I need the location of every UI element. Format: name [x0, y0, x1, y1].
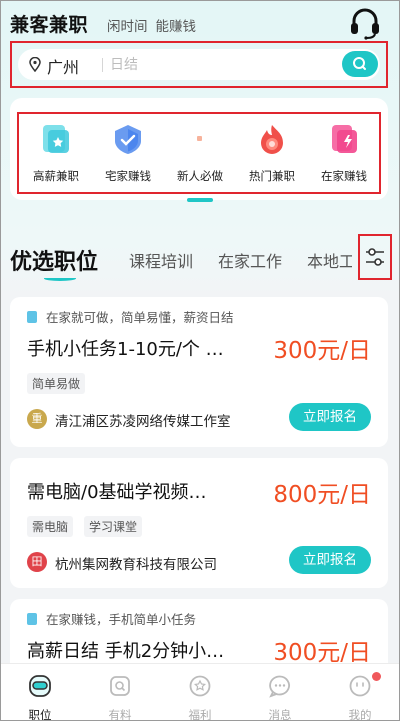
- headset-icon[interactable]: [348, 6, 382, 40]
- search-divider: [102, 58, 103, 72]
- job-salary: 800元/日: [273, 482, 371, 508]
- nav-label: 我的: [348, 708, 372, 721]
- tab-work-at-home[interactable]: 在家工作: [218, 248, 282, 272]
- welfare-icon: [189, 675, 211, 697]
- app-brand-title: 兼客兼职: [10, 14, 89, 36]
- apply-button[interactable]: 立即报名: [289, 546, 371, 574]
- job-title: 手机小任务1-10元/个 …: [27, 339, 224, 360]
- job-card[interactable]: 在家就可做，简单易懂，薪资日结 手机小任务1-10元/个 … 300元/日 简单…: [10, 297, 388, 447]
- bottom-navigation: 职位 有料 福利 消息 我的: [0, 663, 400, 721]
- nav-label: 消息: [268, 708, 292, 721]
- category-label: 宅家赚钱: [105, 169, 151, 183]
- nav-item-messages[interactable]: 消息: [240, 664, 320, 721]
- app-header: 兼客兼职 闲时间 能赚钱: [10, 6, 390, 40]
- nav-item-jobs[interactable]: 职位: [0, 664, 80, 721]
- home-earn-icon: [115, 125, 141, 154]
- high-salary-icon: [43, 125, 69, 153]
- tab-local[interactable]: 本地工: [307, 248, 352, 272]
- nav-item-welfare[interactable]: 福利: [160, 664, 240, 721]
- job-title: 高薪日结 手机2分钟小…: [27, 641, 225, 662]
- category-work-from-home[interactable]: 在家赚钱: [308, 118, 380, 188]
- content-icon: [110, 676, 130, 696]
- active-tab-underline: [44, 276, 76, 281]
- company-logo: 重: [27, 409, 47, 429]
- apply-button[interactable]: 立即报名: [289, 403, 371, 431]
- category-scroll-indicator: [187, 198, 213, 202]
- job-tip: 在家赚钱，手机简单小任务: [27, 609, 196, 628]
- job-tag: 简单易做: [27, 373, 86, 394]
- tip-icon: [27, 311, 37, 323]
- category-label: 在家赚钱: [321, 169, 367, 183]
- job-salary: 300元/日: [273, 640, 371, 666]
- job-tag: 学习课堂: [84, 516, 143, 537]
- category-newcomer[interactable]: 新人必做: [164, 118, 236, 188]
- app-slogan: 闲时间 能赚钱: [107, 15, 204, 35]
- company-name: 清江浦区苏凌网络传媒工作室: [55, 414, 231, 430]
- nav-label: 职位: [28, 708, 52, 721]
- city-selector[interactable]: 广州: [47, 54, 79, 78]
- category-high-salary[interactable]: 高薪兼职: [20, 118, 92, 188]
- company-logo: 田: [27, 552, 47, 572]
- location-pin-icon: [29, 57, 41, 72]
- notification-badge: [372, 672, 381, 681]
- nav-label: 有料: [108, 708, 132, 721]
- category-label: 高薪兼职: [33, 169, 79, 183]
- tab-preferred-jobs[interactable]: 优选职位: [10, 244, 98, 276]
- jobs-icon: [29, 675, 51, 697]
- category-home-earn[interactable]: 宅家赚钱: [92, 118, 164, 188]
- category-hot-job[interactable]: 热门兼职: [236, 118, 308, 188]
- search-bar[interactable]: 广州: [18, 49, 380, 80]
- search-button[interactable]: [342, 51, 378, 77]
- message-icon: [269, 675, 290, 698]
- tip-icon: [27, 613, 37, 625]
- job-salary: 300元/日: [273, 338, 371, 364]
- job-tabs: 优选职位 课程培训 在家工作 本地工: [10, 240, 352, 282]
- job-card[interactable]: 需电脑/0基础学视频… 800元/日 需电脑 学习课堂 田 杭州集网教育科技有限…: [10, 458, 388, 588]
- job-tip: 在家就可做，简单易懂，薪资日结: [27, 307, 234, 326]
- job-tip-text: 在家就可做，简单易懂，薪资日结: [46, 310, 234, 325]
- nav-label: 福利: [188, 708, 212, 721]
- hot-job-icon: [261, 125, 283, 154]
- job-tag: 需电脑: [27, 516, 74, 537]
- filter-button[interactable]: [358, 234, 392, 280]
- slogan-part-1: 闲时间: [107, 19, 148, 35]
- search-input[interactable]: [110, 54, 290, 75]
- category-label: 新人必做: [177, 169, 223, 183]
- job-title: 需电脑/0基础学视频…: [27, 482, 207, 503]
- job-tip-text: 在家赚钱，手机简单小任务: [46, 612, 197, 627]
- search-icon: [353, 57, 366, 70]
- search-bar-highlight: 广州: [10, 41, 388, 88]
- work-from-home-icon: [332, 125, 357, 153]
- nav-item-content[interactable]: 有料: [80, 664, 160, 721]
- company-name: 杭州集网教育科技有限公司: [55, 557, 217, 573]
- profile-icon: [349, 675, 371, 697]
- filter-sliders-icon: [366, 248, 384, 266]
- category-label: 热门兼职: [249, 169, 295, 183]
- nav-item-profile[interactable]: 我的: [320, 664, 400, 721]
- newcomer-icon: [197, 136, 202, 141]
- slogan-part-2: 能赚钱: [155, 19, 197, 35]
- tab-course-training[interactable]: 课程培训: [129, 248, 193, 272]
